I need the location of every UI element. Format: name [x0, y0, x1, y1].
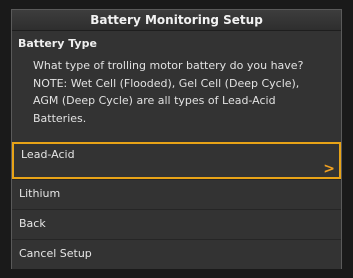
screen: Battery Monitoring Setup Battery Type Wh…	[0, 0, 353, 278]
battery-type-menu: Lead-Acid > Lithium Back Cancel Setup	[12, 142, 341, 269]
menu-item-label: Lithium	[19, 187, 61, 200]
menu-item-lead-acid[interactable]: Lead-Acid >	[12, 142, 341, 179]
menu-item-label: Cancel Setup	[19, 247, 92, 260]
battery-type-description: What type of trolling motor battery do y…	[33, 59, 304, 125]
section-title: Battery Type	[18, 37, 97, 50]
menu-item-label: Lead-Acid	[21, 148, 75, 161]
menu-item-back[interactable]: Back	[12, 209, 341, 239]
chevron-right-icon: >	[323, 161, 335, 177]
menu-item-cancel-setup[interactable]: Cancel Setup	[12, 239, 341, 269]
dialog-title: Battery Monitoring Setup	[12, 10, 341, 31]
battery-setup-dialog: Battery Monitoring Setup Battery Type Wh…	[11, 9, 342, 269]
menu-item-lithium[interactable]: Lithium	[12, 179, 341, 209]
menu-item-label: Back	[19, 217, 46, 230]
